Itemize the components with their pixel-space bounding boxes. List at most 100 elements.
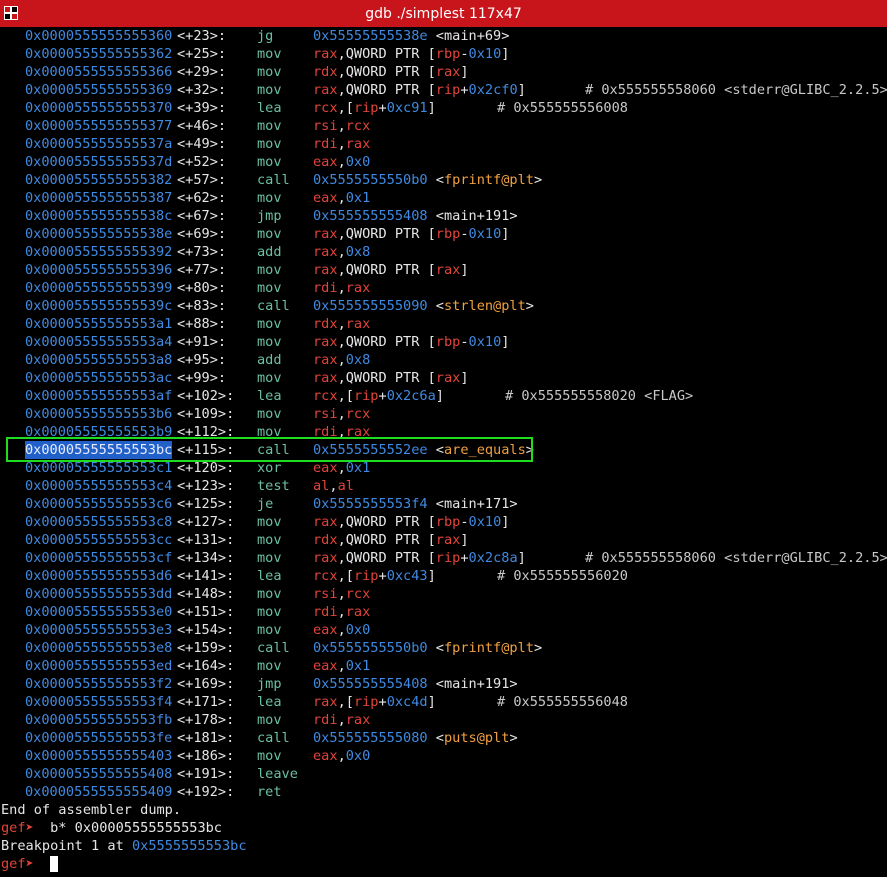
operand-token: rax bbox=[345, 712, 371, 728]
asm-mnemonic: mov bbox=[257, 406, 282, 422]
asm-mnemonic: lea bbox=[257, 568, 282, 584]
operand-token: > bbox=[533, 640, 543, 656]
operand-token: puts@plt bbox=[443, 730, 510, 746]
operand-token: rdx bbox=[313, 316, 338, 332]
operand-token: 0x0 bbox=[345, 748, 371, 764]
operand-token: > bbox=[501, 28, 510, 44]
operand-token: 0x10 bbox=[468, 334, 502, 350]
asm-offset: <+169>: bbox=[177, 676, 235, 692]
operand-token: ,QWORD PTR [ bbox=[337, 64, 436, 80]
asm-address: 0x00005555555553af bbox=[25, 388, 173, 404]
asm-operands: 0x5555555550b0 <fprintf@plt> bbox=[313, 171, 542, 189]
operand-token: - bbox=[460, 334, 469, 350]
asm-comment: # 0x555555558060 <stderr@GLIBC_2.2.5> bbox=[585, 550, 887, 566]
asm-mnemonic: mov bbox=[257, 658, 282, 674]
operand-token: rbp bbox=[435, 46, 461, 62]
asm-address: 0x00005555555553e0 bbox=[25, 604, 173, 620]
operand-token: 0x2cf0 bbox=[468, 82, 518, 98]
asm-mnemonic: mov bbox=[257, 190, 282, 206]
asm-mnemonic: mov bbox=[257, 550, 282, 566]
asm-operands: rax,QWORD PTR [rbp-0x10] bbox=[313, 513, 509, 531]
asm-offset: <+80>: bbox=[177, 280, 227, 296]
asm-address: 0x00005555555553d6 bbox=[25, 568, 173, 584]
asm-comment: # 0x555555556048 bbox=[497, 694, 628, 710]
operand-token: 0x10 bbox=[468, 226, 502, 242]
asm-offset: <+181>: bbox=[177, 730, 235, 746]
asm-operands: rsi,rcx bbox=[313, 117, 370, 135]
operand-token: ] bbox=[501, 514, 510, 530]
operand-token: rax bbox=[313, 352, 338, 368]
operand-token: rsi bbox=[313, 118, 338, 134]
asm-address: 0x000055555555538c bbox=[25, 208, 173, 224]
asm-mnemonic: mov bbox=[257, 280, 282, 296]
operand-token: , bbox=[337, 586, 346, 602]
asm-mnemonic: lea bbox=[257, 694, 282, 710]
text-cursor[interactable] bbox=[50, 856, 59, 872]
operand-token: rax bbox=[345, 604, 371, 620]
operand-token: rax bbox=[313, 262, 338, 278]
breakpoint-message: Breakpoint 1 at bbox=[1, 838, 132, 854]
operand-token: rax bbox=[435, 64, 461, 80]
asm-offset: <+32>: bbox=[177, 82, 227, 98]
asm-mnemonic: mov bbox=[257, 586, 282, 602]
operand-token: 0x8 bbox=[345, 244, 371, 260]
asm-address: 0x00005555555553e3 bbox=[25, 622, 173, 638]
asm-address: 0x000055555555539c bbox=[25, 298, 173, 314]
asm-operands: rax,QWORD PTR [rax] bbox=[313, 261, 469, 279]
operand-token: eax bbox=[313, 460, 338, 476]
asm-address: 0x0000555555555396 bbox=[25, 262, 173, 278]
asm-offset: <+95>: bbox=[177, 352, 227, 368]
breakpoint-address: 0x5555555553bc bbox=[131, 838, 247, 854]
asm-offset: <+69>: bbox=[177, 226, 227, 242]
asm-operands: eax,0x1 bbox=[313, 657, 370, 675]
asm-mnemonic: mov bbox=[257, 712, 282, 728]
asm-address: 0x0000555555555403 bbox=[25, 748, 173, 764]
operand-token: 0x0 bbox=[345, 154, 371, 170]
asm-offset: <+39>: bbox=[177, 100, 227, 116]
operand-token: ] bbox=[501, 334, 510, 350]
operand-token: ,QWORD PTR [ bbox=[337, 514, 436, 530]
operand-token: ] bbox=[427, 568, 436, 584]
gef-prompt: gef➤ bbox=[1, 820, 34, 836]
operand-token: , bbox=[337, 460, 346, 476]
operand-token: <main+171> bbox=[427, 496, 518, 512]
end-of-dump-message: End of assembler dump. bbox=[1, 802, 182, 818]
asm-operands: 0x555555555090 <strlen@plt> bbox=[313, 297, 534, 315]
asm-mnemonic: mov bbox=[257, 748, 282, 764]
operand-token: ] bbox=[501, 226, 510, 242]
asm-offset: <+77>: bbox=[177, 262, 227, 278]
operand-token: rax bbox=[313, 514, 338, 530]
terminal-app-icon[interactable] bbox=[4, 6, 18, 20]
asm-address: 0x0000555555555399 bbox=[25, 280, 173, 296]
asm-operands: rcx,[rip+0x2c6a] bbox=[313, 387, 444, 405]
asm-address: 0x0000555555555408 bbox=[25, 766, 173, 782]
asm-offset: <+127>: bbox=[177, 514, 235, 530]
operand-token: , bbox=[337, 136, 346, 152]
asm-address: 0x00005555555553f2 bbox=[25, 676, 173, 692]
operand-token: eax bbox=[313, 658, 338, 674]
command-text: b* 0x00005555555553bc bbox=[50, 820, 222, 836]
operand-token: 0x2c8a bbox=[468, 550, 518, 566]
operand-token: rax bbox=[313, 46, 338, 62]
operand-token: rcx bbox=[313, 568, 338, 584]
operand-token: ,[ bbox=[337, 388, 354, 404]
asm-address: 0x0000555555555387 bbox=[25, 190, 173, 206]
terminal-output[interactable]: 0x0000555555555360 <+23>: jg 0x55555555538e… bbox=[0, 27, 887, 877]
operand-token: fprintf@plt bbox=[443, 172, 534, 188]
asm-operands: rcx,[rip+0xc43] bbox=[313, 567, 436, 585]
operand-token: 0x5555555553f4 bbox=[313, 496, 428, 512]
operand-token: , bbox=[337, 712, 346, 728]
asm-mnemonic: add bbox=[257, 352, 282, 368]
asm-mnemonic: mov bbox=[257, 514, 282, 530]
asm-offset: <+46>: bbox=[177, 118, 227, 134]
operand-token: + bbox=[378, 568, 387, 584]
operand-token: 0x555555555090 bbox=[313, 298, 428, 314]
operand-token: rcx bbox=[313, 388, 338, 404]
operand-token: , bbox=[337, 658, 346, 674]
asm-operands: 0x555555555080 <puts@plt> bbox=[313, 729, 518, 747]
asm-mnemonic: jmp bbox=[257, 676, 282, 692]
operand-token: > bbox=[525, 298, 534, 314]
operand-token: rax bbox=[435, 532, 461, 548]
